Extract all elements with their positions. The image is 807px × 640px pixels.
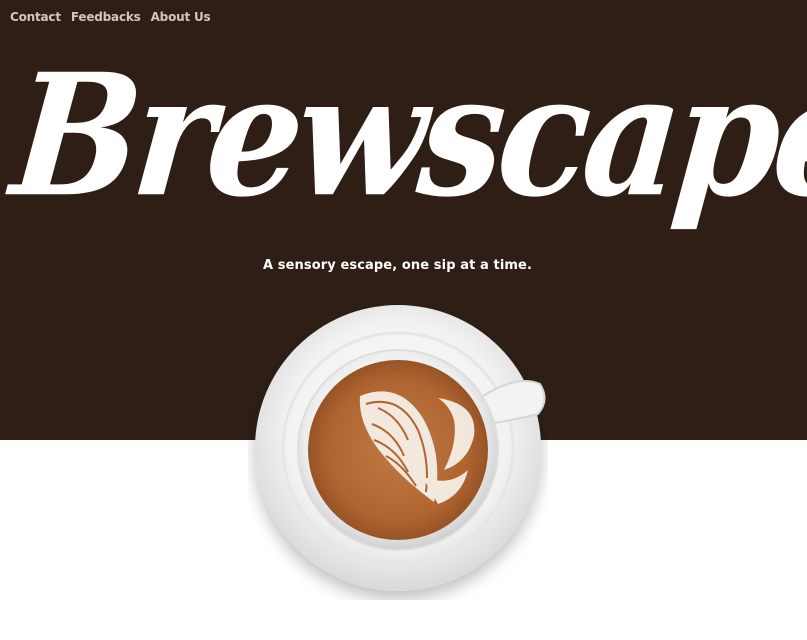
landing-page: y Contact Feedbacks About Us Brewscape A… bbox=[0, 0, 807, 640]
nav-item-contact[interactable]: Contact bbox=[10, 10, 61, 24]
top-nav: y Contact Feedbacks About Us bbox=[0, 10, 211, 24]
hero-tagline: A sensory escape, one sip at a time. bbox=[262, 258, 533, 273]
coffee-cup-image bbox=[255, 305, 546, 591]
nav-item-feedbacks[interactable]: Feedbacks bbox=[71, 10, 141, 24]
brand-title: Brewscape bbox=[4, 37, 807, 235]
nav-item-about-us[interactable]: About Us bbox=[151, 10, 211, 24]
